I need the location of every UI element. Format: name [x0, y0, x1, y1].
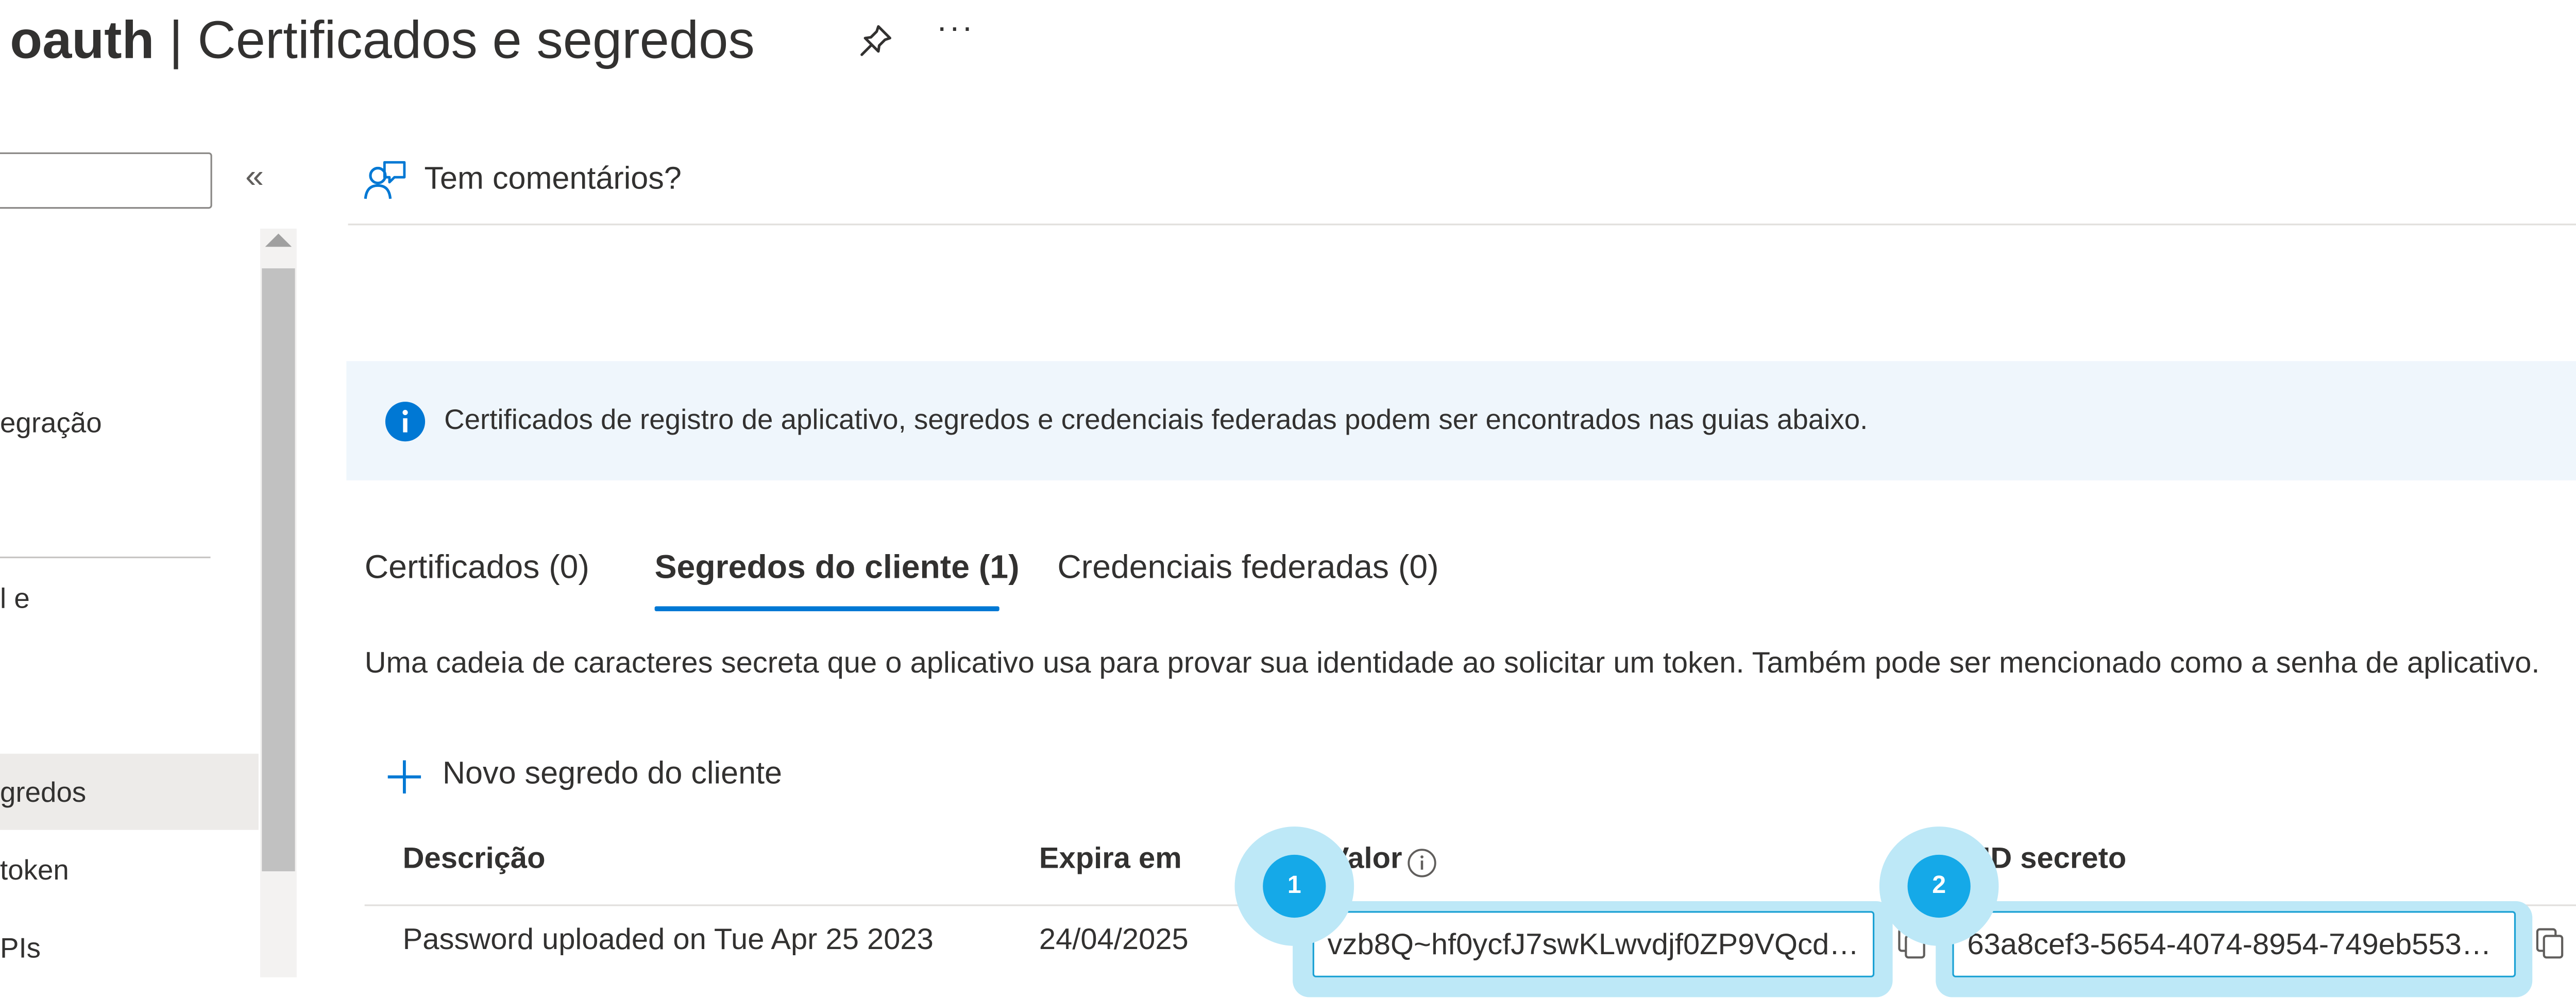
feedback-icon[interactable]	[363, 159, 406, 202]
title-separator: |	[154, 10, 198, 70]
page-title: oauth | Certificados e segredos	[10, 3, 754, 76]
command-bar-divider	[348, 223, 2576, 226]
more-options-button[interactable]: ···	[936, 10, 974, 48]
section-description: Uma cadeia de caracteres secreta que o a…	[364, 646, 2540, 679]
secret-description-cell: Password uploaded on Tue Apr 25 2023	[402, 922, 934, 956]
secret-expires-cell: 24/04/2025	[1039, 922, 1189, 956]
sidebar-item-certificates-secrets[interactable]: gredos	[0, 773, 86, 813]
page: oauth | Certificados e segredos ··· « eg…	[0, 0, 2576, 999]
feedback-button-label[interactable]: Tem comentários?	[425, 162, 682, 199]
tab-certificates[interactable]: Certificados (0)	[365, 550, 589, 588]
annotation-badge-2: 2	[1907, 854, 1971, 918]
sidebar-scroll-thumb[interactable]	[262, 268, 295, 872]
annotation-badge-1: 1	[1263, 854, 1326, 918]
sidebar-item-token-configuration[interactable]: token	[0, 851, 69, 891]
column-header-description[interactable]: Descrição	[403, 841, 546, 876]
secret-value-field[interactable]: vzb8Q~hf0ycfJ7swKLwvdjf0ZP9VQcdw...	[1312, 911, 1875, 977]
column-header-secret-id[interactable]: ID secreto	[1982, 841, 2126, 876]
active-tab-indicator	[654, 606, 999, 611]
add-icon	[387, 760, 421, 794]
tab-federated-credentials[interactable]: Credenciais federadas (0)	[1057, 550, 1438, 588]
sidebar-search-input[interactable]	[0, 152, 212, 209]
info-banner-text: Certificados de registro de aplicativo, …	[444, 404, 1868, 436]
sidebar-item-integration[interactable]: egração	[0, 404, 102, 444]
info-icon	[385, 402, 426, 442]
secret-id-field[interactable]: 63a8cef3-5654-4074-8954-749eb553e...	[1952, 911, 2516, 977]
tab-client-secrets[interactable]: Segredos do cliente (1)	[655, 550, 1020, 588]
sidebar-item-branding[interactable]: l e	[0, 580, 30, 619]
copy-secret-id-icon[interactable]	[2536, 927, 2566, 960]
collapse-sidebar-button[interactable]: «	[245, 159, 264, 197]
scroll-up-arrow-icon[interactable]	[265, 233, 292, 247]
column-header-expires[interactable]: Expira em	[1039, 841, 1182, 876]
sidebar-item-api-permissions[interactable]: PIs	[0, 929, 41, 969]
pin-icon[interactable]	[855, 22, 895, 61]
page-title-text: Certificados e segredos	[197, 10, 755, 70]
sidebar-divider	[0, 556, 211, 559]
value-info-icon[interactable]	[1407, 848, 1437, 878]
new-client-secret-label: Novo segredo do cliente	[442, 757, 783, 792]
app-name: oauth	[10, 10, 155, 70]
